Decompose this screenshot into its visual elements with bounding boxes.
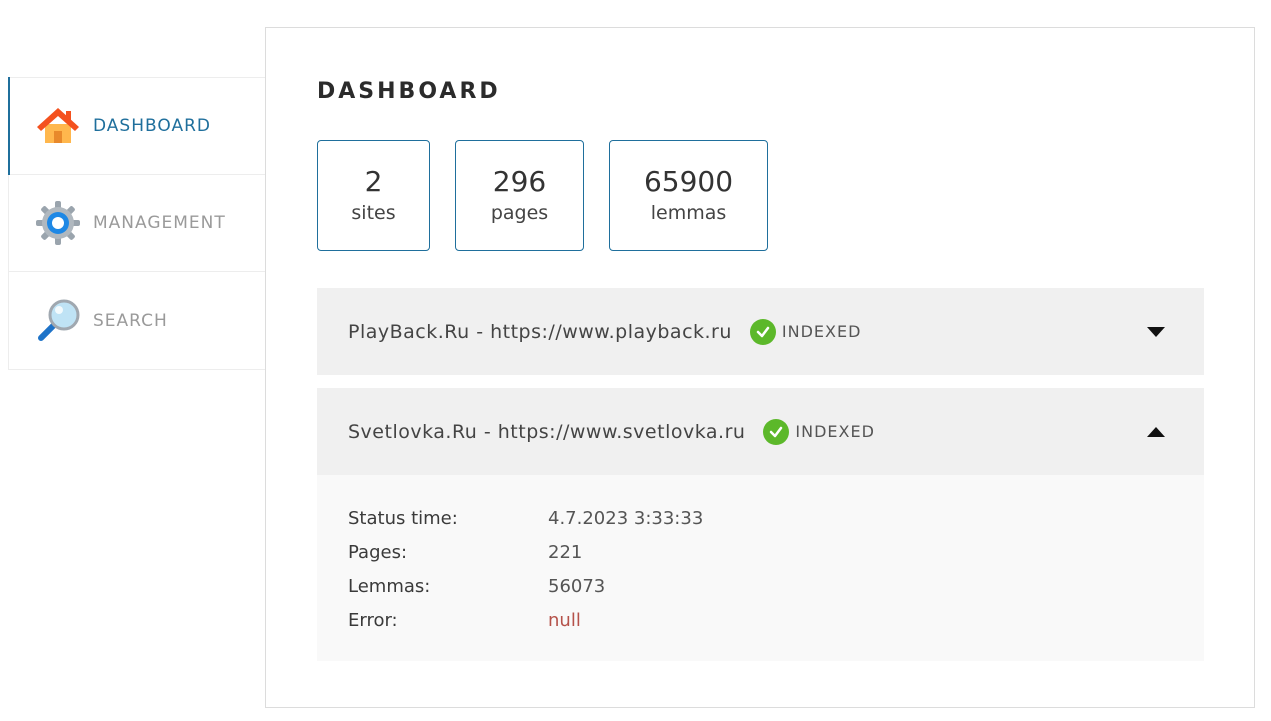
- status-badge: INDEXED: [749, 318, 862, 345]
- status-badge: INDEXED: [763, 418, 875, 445]
- stat-label: lemmas: [650, 201, 727, 224]
- sidebar-nav: DASHBOARD MANAGEMENT SEARCH: [8, 77, 265, 370]
- detail-label: Lemmas:: [348, 575, 431, 597]
- stat-value: 2: [364, 164, 383, 198]
- detail-value: 56073: [548, 575, 606, 597]
- detail-label: Pages:: [348, 541, 408, 563]
- check-icon: [749, 318, 776, 345]
- sidebar-item-label: DASHBOARD: [93, 116, 211, 136]
- sidebar-item-search[interactable]: SEARCH: [9, 272, 265, 369]
- chevron-down-icon[interactable]: [1144, 324, 1168, 340]
- magnifier-icon: [35, 298, 81, 344]
- chevron-up-icon[interactable]: [1144, 424, 1168, 440]
- site-header[interactable]: PlayBack.Ru - https://www.playback.ru IN…: [317, 288, 1204, 375]
- site-title: PlayBack.Ru - https://www.playback.ru: [348, 320, 732, 343]
- sidebar-item-label: MANAGEMENT: [93, 213, 226, 233]
- site-title: Svetlovka.Ru - https://www.svetlovka.ru: [348, 420, 746, 443]
- stat-card-lemmas: 65900 lemmas: [609, 140, 768, 251]
- stat-label: pages: [490, 201, 549, 224]
- error-value: null: [548, 609, 581, 631]
- site-header[interactable]: Svetlovka.Ru - https://www.svetlovka.ru …: [317, 388, 1204, 475]
- sidebar-item-label: SEARCH: [93, 310, 168, 331]
- stat-card-sites: 2 sites: [317, 140, 430, 251]
- sidebar-item-dashboard[interactable]: DASHBOARD: [8, 77, 265, 175]
- sidebar-item-management[interactable]: MANAGEMENT: [9, 175, 265, 272]
- stat-label: sites: [351, 201, 396, 224]
- dashboard-panel: DASHBOARD 2 sites 296 pages 65900 lemmas…: [265, 27, 1255, 708]
- check-icon: [763, 418, 790, 445]
- gear-icon: [35, 200, 81, 246]
- home-icon: [35, 103, 81, 149]
- detail-row-error: Error: null: [348, 603, 1204, 637]
- detail-value: 221: [548, 541, 583, 563]
- stat-value: 65900: [643, 164, 734, 198]
- detail-label: Error:: [348, 609, 398, 631]
- detail-row-status-time: Status time: 4.7.2023 3:33:33: [348, 501, 1204, 535]
- page-title: DASHBOARD: [317, 79, 501, 104]
- site-details: Status time: 4.7.2023 3:33:33 Pages: 221…: [317, 475, 1204, 661]
- detail-label: Status time:: [348, 507, 458, 529]
- stat-card-pages: 296 pages: [455, 140, 584, 251]
- detail-value: 4.7.2023 3:33:33: [548, 507, 704, 529]
- site-accordion-svetlovka: Svetlovka.Ru - https://www.svetlovka.ru …: [317, 388, 1204, 661]
- status-text: INDEXED: [795, 422, 875, 441]
- detail-row-pages: Pages: 221: [348, 535, 1204, 569]
- stat-value: 296: [492, 164, 547, 198]
- detail-row-lemmas: Lemmas: 56073: [348, 569, 1204, 603]
- site-accordion-playback: PlayBack.Ru - https://www.playback.ru IN…: [317, 288, 1204, 375]
- status-text: INDEXED: [781, 322, 862, 341]
